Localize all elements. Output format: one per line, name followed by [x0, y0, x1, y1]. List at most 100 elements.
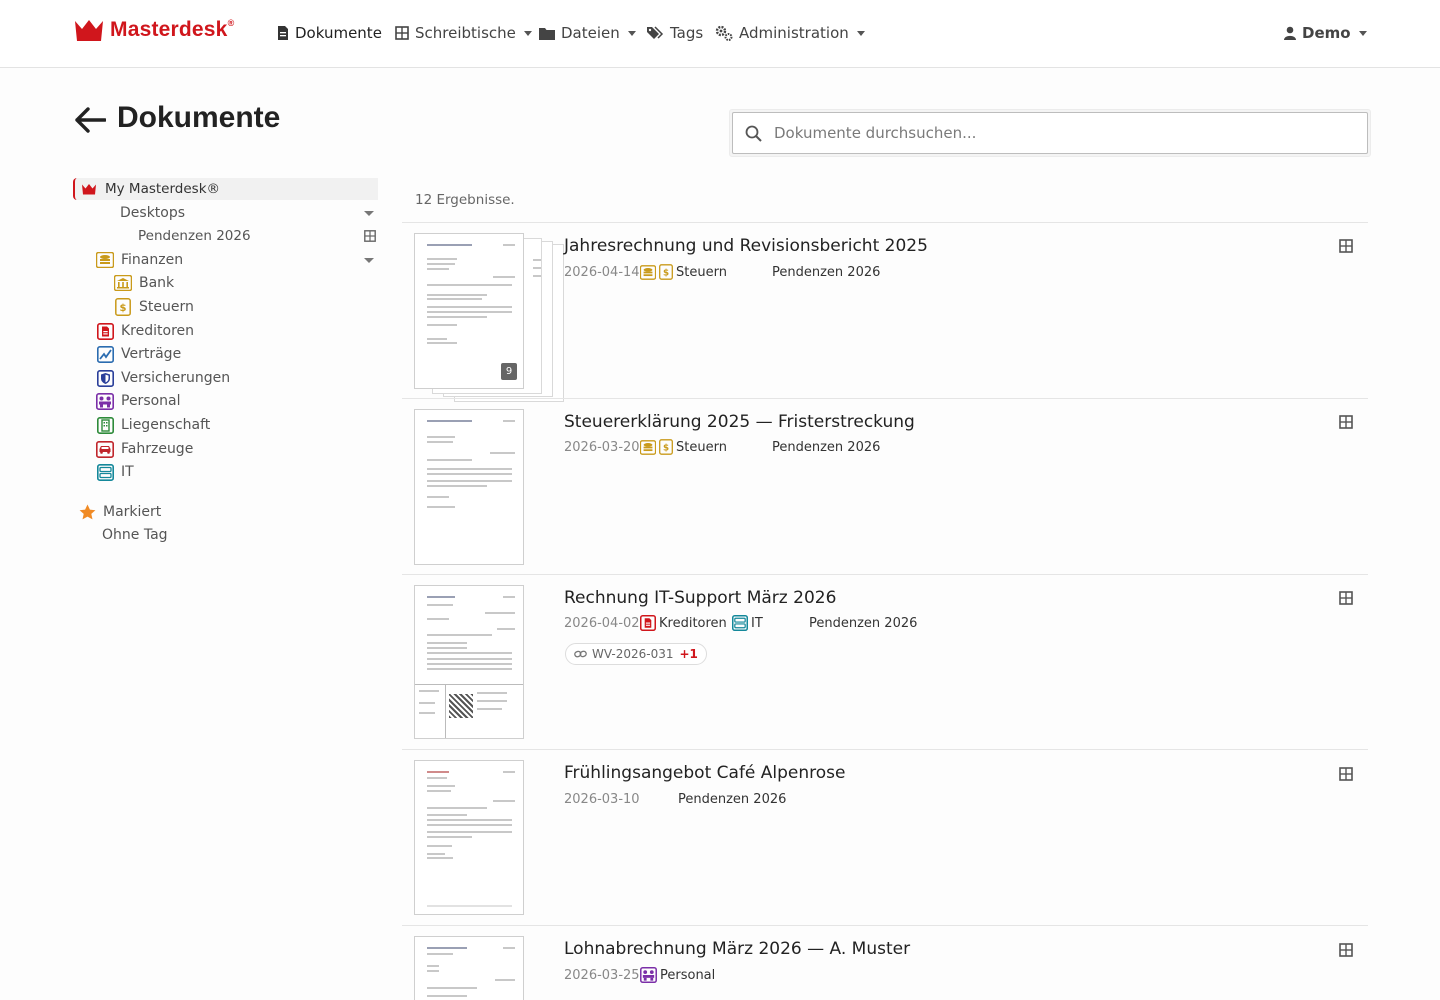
- tag-steuern[interactable]: $ Steuern: [640, 264, 727, 280]
- document-icon: [278, 26, 288, 40]
- sidebar-item-personal[interactable]: Personal: [96, 390, 181, 412]
- chevron-down-icon[interactable]: [364, 211, 374, 216]
- sidebar-item-ohne-tag[interactable]: Ohne Tag: [102, 524, 168, 546]
- search-icon: [745, 125, 762, 142]
- tax-document-icon: $: [659, 439, 673, 455]
- svg-text:$: $: [120, 303, 127, 314]
- server-icon: [96, 463, 114, 481]
- page-count-badge: 9: [501, 363, 517, 380]
- tag-personal[interactable]: Personal: [640, 967, 715, 983]
- cogs-icon: [715, 25, 733, 41]
- sidebar-item-label: Kreditoren: [121, 323, 195, 339]
- folder-icon: [539, 27, 555, 40]
- sidebar-item-finanzen[interactable]: Finanzen: [96, 249, 183, 271]
- chevron-down-icon[interactable]: [364, 258, 374, 263]
- people-icon: [640, 967, 657, 983]
- nav-dateien-label: Dateien: [561, 24, 620, 42]
- nav-administration[interactable]: Administration: [715, 22, 865, 44]
- document-title[interactable]: Rechnung IT-Support März 2026: [564, 588, 836, 608]
- sidebar-item-label: My Masterdesk®: [105, 181, 221, 197]
- nav-schreibtische[interactable]: Schreibtische: [395, 22, 532, 44]
- table-grid-icon[interactable]: [364, 230, 376, 242]
- linked-document-pill[interactable]: WV-2026-031 +1: [565, 643, 707, 665]
- tax-document-icon: $: [659, 264, 673, 280]
- sidebar-item-label: Markiert: [103, 504, 162, 520]
- user-icon: [1284, 26, 1296, 40]
- sidebar-item-liegenschaft[interactable]: Liegenschaft: [96, 414, 210, 436]
- sidebar-item-label: Desktops: [120, 205, 186, 221]
- sidebar-item-label: Bank: [139, 275, 175, 291]
- tax-document-icon: $: [114, 298, 132, 316]
- sidebar-item-versicherungen[interactable]: Versicherungen: [96, 367, 230, 389]
- back-arrow-icon[interactable]: [74, 106, 106, 134]
- car-icon: [96, 440, 114, 458]
- row-divider: [402, 749, 1368, 750]
- sidebar-item-desktops[interactable]: Desktops: [120, 202, 185, 224]
- desktop-label[interactable]: Pendenzen 2026: [678, 792, 786, 807]
- table-grid-icon: [395, 26, 409, 40]
- linked-document-label: WV-2026-031: [592, 647, 674, 661]
- table-grid-icon[interactable]: [1339, 239, 1353, 253]
- tag-it[interactable]: IT: [732, 615, 763, 631]
- sidebar-item-steuern[interactable]: $ Steuern: [114, 296, 194, 318]
- document-title[interactable]: Frühlingsangebot Café Alpenrose: [564, 763, 846, 783]
- sidebar-item-root[interactable]: My Masterdesk®: [80, 178, 220, 200]
- nav-tags[interactable]: Tags: [647, 22, 703, 44]
- sidebar-item-fahrzeuge[interactable]: Fahrzeuge: [96, 438, 193, 460]
- document-thumbnail[interactable]: [414, 760, 524, 915]
- row-divider: [402, 222, 1368, 223]
- document-date: 2026-04-02: [564, 616, 640, 631]
- chevron-down-icon: [1358, 31, 1367, 36]
- table-grid-icon[interactable]: [1339, 943, 1353, 957]
- tag-label: Steuern: [676, 439, 727, 455]
- document-title[interactable]: Jahresrechnung und Revisionsbericht 2025: [564, 236, 928, 256]
- document-date: 2026-03-25: [564, 968, 640, 983]
- document-thumbnail[interactable]: [414, 409, 524, 565]
- nav-dokumente-label: Dokumente: [295, 24, 382, 42]
- sidebar-item-kreditoren[interactable]: Kreditoren: [96, 320, 194, 342]
- table-grid-icon[interactable]: [1339, 767, 1353, 781]
- sidebar-item-label: Fahrzeuge: [121, 441, 194, 457]
- document-thumbnail[interactable]: [414, 936, 524, 1000]
- result-count: 12 Ergebnisse.: [415, 192, 515, 208]
- document-date: 2026-03-10: [564, 792, 640, 807]
- search-box[interactable]: [732, 112, 1368, 154]
- star-icon: [78, 503, 96, 521]
- tag-kreditoren[interactable]: Kreditoren: [640, 615, 727, 631]
- coins-icon: [96, 251, 114, 269]
- sidebar-item-label: Versicherungen: [121, 370, 231, 386]
- user-menu[interactable]: Demo: [1284, 22, 1367, 44]
- row-divider: [402, 398, 1368, 399]
- brand-logo[interactable]: Masterdesk®: [74, 18, 234, 42]
- document-title[interactable]: Lohnabrechnung März 2026 — A. Muster: [564, 939, 910, 959]
- sidebar-item-pendenzen[interactable]: Pendenzen 2026: [138, 225, 251, 247]
- sidebar-item-label: Personal: [121, 393, 181, 409]
- sidebar-item-markiert[interactable]: Markiert: [78, 501, 161, 523]
- desktop-label[interactable]: Pendenzen 2026: [772, 440, 880, 455]
- tag-steuern[interactable]: $ Steuern: [640, 439, 727, 455]
- nav-dateien[interactable]: Dateien: [539, 22, 636, 44]
- sidebar-item-bank[interactable]: Bank: [114, 272, 174, 294]
- sidebar-item-it[interactable]: IT: [96, 461, 134, 483]
- nav-dokumente[interactable]: Dokumente: [277, 22, 382, 44]
- tag-label: Kreditoren: [659, 615, 727, 631]
- tags-icon: [647, 26, 664, 39]
- table-grid-icon[interactable]: [1339, 415, 1353, 429]
- svg-text:$: $: [663, 444, 669, 454]
- search-input[interactable]: [772, 123, 1332, 143]
- coins-icon: [640, 264, 656, 280]
- tag-label: Personal: [660, 967, 716, 983]
- document-thumbnail[interactable]: [414, 585, 524, 739]
- desktop-label[interactable]: Pendenzen 2026: [809, 616, 917, 631]
- document-date: 2026-04-14: [564, 265, 640, 280]
- tag-label: Steuern: [676, 264, 727, 280]
- server-icon: [732, 615, 748, 631]
- document-title[interactable]: Steuererklärung 2025 — Fristerstreckung: [564, 412, 915, 432]
- table-grid-icon[interactable]: [1339, 591, 1353, 605]
- desktop-label[interactable]: Pendenzen 2026: [772, 265, 880, 280]
- sidebar-item-label: Ohne Tag: [102, 527, 168, 543]
- crown-logo-icon: [75, 20, 103, 41]
- chevron-down-icon: [856, 31, 865, 36]
- sidebar-item-vertraege[interactable]: Verträge: [96, 343, 181, 365]
- row-divider: [402, 574, 1368, 575]
